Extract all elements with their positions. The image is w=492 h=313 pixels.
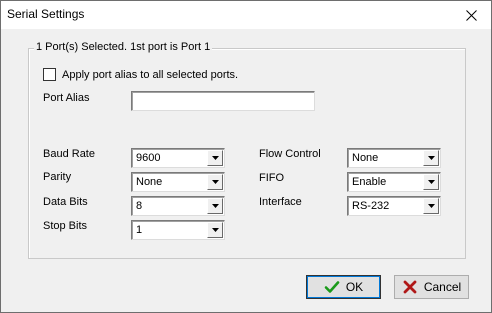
- serial-settings-dialog: Serial Settings 1 Port(s) Selected. 1st …: [0, 0, 492, 313]
- chevron-down-icon: [211, 204, 219, 208]
- interface-value: RS-232: [352, 200, 390, 212]
- ok-label: OK: [345, 280, 364, 294]
- data-bits-dropdown-button[interactable]: [207, 198, 223, 214]
- apply-alias-label: Apply port alias to all selected ports.: [62, 68, 239, 81]
- port-alias-label: Port Alias: [43, 92, 90, 104]
- red-x-icon: [403, 280, 417, 294]
- cancel-button[interactable]: Cancel: [394, 275, 469, 299]
- baud-rate-dropdown-button[interactable]: [207, 150, 223, 166]
- data-bits-select[interactable]: 8: [131, 196, 225, 216]
- parity-select[interactable]: None: [131, 172, 225, 192]
- checkmark-icon: [324, 281, 340, 293]
- interface-dropdown-button[interactable]: [423, 198, 439, 214]
- fifo-dropdown-button[interactable]: [423, 174, 439, 190]
- interface-label: Interface: [259, 196, 302, 208]
- fifo-label: FIFO: [259, 172, 285, 184]
- close-button[interactable]: [451, 1, 491, 29]
- apply-alias-checkbox-row[interactable]: Apply port alias to all selected ports.: [43, 68, 238, 81]
- stop-bits-dropdown-button[interactable]: [207, 222, 223, 238]
- group-legend: 1 Port(s) Selected. 1st port is Port 1: [34, 41, 213, 53]
- port-alias-input[interactable]: [131, 91, 315, 111]
- interface-select[interactable]: RS-232: [347, 196, 441, 216]
- data-bits-value: 8: [136, 200, 143, 212]
- flow-control-label: Flow Control: [259, 148, 321, 160]
- parity-dropdown-button[interactable]: [207, 174, 223, 190]
- fifo-value: Enable: [352, 176, 387, 188]
- ok-button[interactable]: OK: [306, 275, 381, 299]
- baud-rate-value: 9600: [136, 152, 161, 164]
- chevron-down-icon: [427, 180, 435, 184]
- title-bar: Serial Settings: [1, 1, 491, 29]
- data-bits-label: Data Bits: [43, 196, 88, 208]
- chevron-down-icon: [211, 180, 219, 184]
- chevron-down-icon: [427, 156, 435, 160]
- stop-bits-label: Stop Bits: [43, 220, 88, 232]
- flow-control-dropdown-button[interactable]: [423, 150, 439, 166]
- parity-value: None: [136, 176, 163, 188]
- cancel-label: Cancel: [423, 280, 462, 294]
- chevron-down-icon: [211, 228, 219, 232]
- parity-label: Parity: [43, 171, 72, 183]
- close-icon: [465, 9, 477, 21]
- baud-rate-select[interactable]: 9600: [131, 148, 225, 168]
- apply-alias-checkbox[interactable]: [43, 68, 56, 81]
- fifo-select[interactable]: Enable: [347, 172, 441, 192]
- flow-control-value: None: [352, 152, 379, 164]
- chevron-down-icon: [211, 156, 219, 160]
- stop-bits-select[interactable]: 1: [131, 220, 225, 240]
- flow-control-select[interactable]: None: [347, 148, 441, 168]
- baud-rate-label: Baud Rate: [43, 148, 95, 160]
- window-title: Serial Settings: [7, 7, 85, 21]
- chevron-down-icon: [427, 204, 435, 208]
- stop-bits-value: 1: [136, 224, 143, 236]
